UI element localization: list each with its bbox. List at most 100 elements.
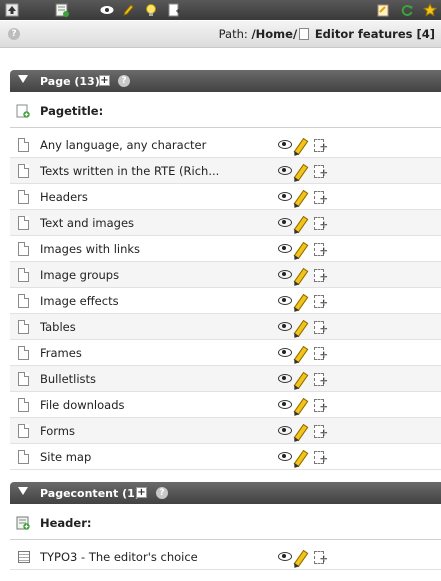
view-icon[interactable] xyxy=(278,426,292,435)
move-icon[interactable] xyxy=(314,139,328,153)
help-icon[interactable]: ? xyxy=(8,28,20,40)
move-icon[interactable] xyxy=(314,347,328,361)
move-icon[interactable] xyxy=(314,425,328,439)
move-icon[interactable] xyxy=(314,217,328,231)
move-icon[interactable] xyxy=(314,295,328,309)
table-row[interactable]: Any language, any character xyxy=(10,132,441,158)
row-title[interactable]: Images with links xyxy=(40,242,140,256)
row-title[interactable]: Text and images xyxy=(40,216,134,230)
move-icon[interactable] xyxy=(314,243,328,257)
view-icon[interactable] xyxy=(278,244,292,253)
clipboard-icon[interactable] xyxy=(376,3,390,17)
view-icon[interactable] xyxy=(278,452,292,461)
edit-pencil-icon[interactable] xyxy=(121,3,135,17)
row-title[interactable]: TYPO3 - The editor's choice xyxy=(40,550,198,564)
row-title[interactable]: Image effects xyxy=(40,294,119,308)
page-icon[interactable] xyxy=(18,138,29,152)
help-icon[interactable]: ? xyxy=(156,487,168,499)
bookmark-star-icon[interactable] xyxy=(422,2,438,17)
move-icon[interactable] xyxy=(314,373,328,387)
view-icon[interactable] xyxy=(278,348,292,357)
view-icon[interactable] xyxy=(100,3,114,17)
move-icon[interactable] xyxy=(314,399,328,413)
move-icon[interactable] xyxy=(314,165,328,179)
move-icon[interactable] xyxy=(314,269,328,283)
row-title[interactable]: Bulletlists xyxy=(40,372,96,386)
edit-pencil-icon[interactable] xyxy=(293,215,309,234)
view-icon[interactable] xyxy=(278,270,292,279)
new-page-icon[interactable] xyxy=(16,104,30,121)
view-icon[interactable] xyxy=(278,296,292,305)
move-icon[interactable] xyxy=(314,321,328,335)
edit-pencil-icon[interactable] xyxy=(293,137,309,156)
table-row[interactable]: Image groups xyxy=(10,262,441,288)
view-icon[interactable] xyxy=(278,140,292,149)
table-row[interactable]: Site map xyxy=(10,444,441,470)
page-icon[interactable] xyxy=(18,294,29,308)
edit-pencil-icon[interactable] xyxy=(293,267,309,286)
edit-pencil-icon[interactable] xyxy=(293,241,309,260)
row-title[interactable]: Frames xyxy=(40,346,82,360)
add-page-button[interactable]: + xyxy=(99,75,110,86)
view-icon[interactable] xyxy=(278,400,292,409)
view-icon[interactable] xyxy=(278,218,292,227)
table-row[interactable]: Headers xyxy=(10,184,441,210)
up-arrow-icon[interactable] xyxy=(5,3,19,17)
edit-pencil-icon[interactable] xyxy=(293,371,309,390)
row-title[interactable]: Headers xyxy=(40,190,88,204)
row-title[interactable]: Site map xyxy=(40,450,91,464)
view-icon[interactable] xyxy=(278,322,292,331)
paste-icon[interactable] xyxy=(167,3,181,17)
edit-pencil-icon[interactable] xyxy=(293,549,309,568)
table-row[interactable]: Frames xyxy=(10,340,441,366)
page-icon[interactable] xyxy=(18,268,29,282)
row-title[interactable]: Image groups xyxy=(40,268,119,282)
table-row[interactable]: Tables xyxy=(10,314,441,340)
row-title[interactable]: Tables xyxy=(40,320,76,334)
row-title[interactable]: File downloads xyxy=(40,398,125,412)
view-icon[interactable] xyxy=(278,374,292,383)
table-row[interactable]: Texts written in the RTE (Rich... xyxy=(10,158,441,184)
row-title[interactable]: Forms xyxy=(40,424,75,438)
edit-pencil-icon[interactable] xyxy=(293,163,309,182)
table-row[interactable]: Image effects xyxy=(10,288,441,314)
page-icon[interactable] xyxy=(18,242,29,256)
path-value[interactable]: /Home/ xyxy=(251,27,297,41)
page-icon[interactable] xyxy=(18,398,29,412)
table-row[interactable]: Images with links xyxy=(10,236,441,262)
edit-pencil-icon[interactable] xyxy=(293,397,309,416)
page-icon[interactable] xyxy=(18,164,29,178)
table-row[interactable]: Forms xyxy=(10,418,441,444)
page-icon[interactable] xyxy=(18,216,29,230)
table-row[interactable]: File downloads xyxy=(10,392,441,418)
edit-pencil-icon[interactable] xyxy=(293,345,309,364)
content-element-icon[interactable] xyxy=(18,551,30,563)
row-title[interactable]: Any language, any character xyxy=(40,138,206,152)
page-icon[interactable] xyxy=(18,346,29,360)
edit-pencil-icon[interactable] xyxy=(293,449,309,468)
page-icon[interactable] xyxy=(18,372,29,386)
page-icon[interactable] xyxy=(18,320,29,334)
collapse-icon[interactable] xyxy=(18,75,28,83)
new-content-icon[interactable] xyxy=(16,516,30,533)
move-icon[interactable] xyxy=(314,451,328,465)
move-icon[interactable] xyxy=(314,191,328,205)
page-icon[interactable] xyxy=(18,450,29,464)
table-row[interactable]: Text and images xyxy=(10,210,441,236)
page-icon[interactable] xyxy=(18,424,29,438)
view-icon[interactable] xyxy=(278,166,292,175)
edit-pencil-icon[interactable] xyxy=(293,319,309,338)
help-icon[interactable]: ? xyxy=(118,75,130,87)
collapse-icon[interactable] xyxy=(18,487,28,495)
edit-pencil-icon[interactable] xyxy=(293,293,309,312)
view-icon[interactable] xyxy=(278,552,292,561)
refresh-icon[interactable] xyxy=(400,3,414,17)
edit-pencil-icon[interactable] xyxy=(293,423,309,442)
row-title[interactable]: Texts written in the RTE (Rich... xyxy=(40,164,219,178)
table-row[interactable]: TYPO3 - The editor's choice xyxy=(10,544,441,570)
page-icon[interactable] xyxy=(18,190,29,204)
view-icon[interactable] xyxy=(278,192,292,201)
lightbulb-icon[interactable] xyxy=(144,3,158,17)
edit-pencil-icon[interactable] xyxy=(293,189,309,208)
move-icon[interactable] xyxy=(314,551,328,565)
